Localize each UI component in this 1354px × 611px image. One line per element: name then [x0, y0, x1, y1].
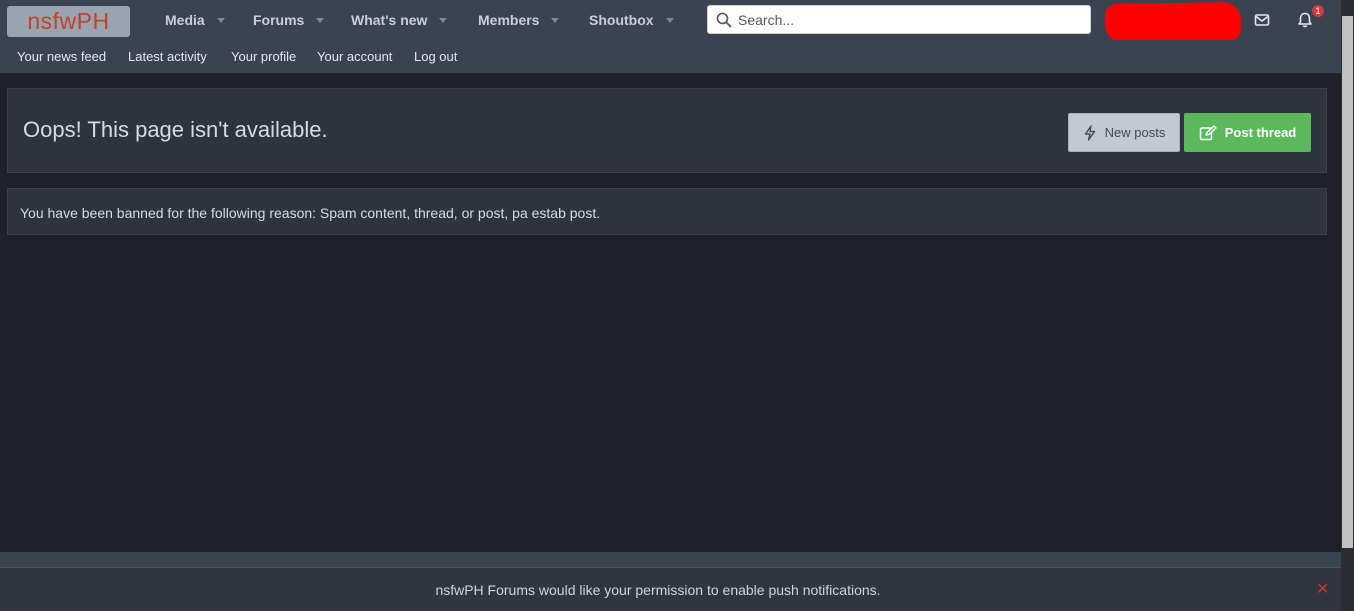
caret-down-icon[interactable] — [551, 17, 560, 23]
caret-down-icon[interactable] — [316, 17, 325, 23]
edit-icon — [1199, 124, 1217, 140]
subnav-latest-activity[interactable]: Latest activity — [128, 40, 207, 74]
close-icon[interactable]: ✕ — [1316, 579, 1329, 599]
nav-members[interactable]: Members — [478, 0, 560, 40]
page-header-block: Oops! This page isn't available. New pos… — [7, 88, 1327, 173]
scrollbar-thumb[interactable] — [1342, 16, 1353, 548]
search-box[interactable] — [707, 5, 1091, 34]
subnav-your-account[interactable]: Your account — [317, 40, 392, 74]
nav-shoutbox[interactable]: Shoutbox — [589, 0, 674, 40]
footer-strip — [0, 552, 1341, 567]
nav-whats-new[interactable]: What's new — [351, 0, 448, 40]
nav-members-label[interactable]: Members — [478, 0, 539, 40]
caret-down-icon[interactable] — [665, 17, 674, 23]
subnav-news-feed[interactable]: Your news feed — [17, 40, 106, 74]
subnav-log-out[interactable]: Log out — [414, 40, 457, 74]
redacted-username — [1104, 1, 1242, 45]
nav-media[interactable]: Media — [165, 0, 225, 40]
caret-down-icon[interactable] — [216, 17, 225, 23]
post-thread-button[interactable]: Post thread — [1184, 113, 1311, 152]
search-input[interactable] — [738, 11, 1078, 28]
ban-message-block: You have been banned for the following r… — [7, 188, 1327, 235]
nav-media-label[interactable]: Media — [165, 0, 205, 40]
push-notification-prompt: nsfwPH Forums would like your permission… — [0, 567, 1341, 611]
nav-shoutbox-label[interactable]: Shoutbox — [589, 0, 654, 40]
post-thread-label: Post thread — [1224, 125, 1297, 140]
envelope-icon[interactable] — [1252, 10, 1272, 30]
bolt-icon — [1084, 124, 1095, 141]
nav-forums-label[interactable]: Forums — [253, 0, 304, 40]
subnav-your-profile[interactable]: Your profile — [231, 40, 296, 74]
nav-whats-new-label[interactable]: What's new — [351, 0, 427, 40]
ban-message: You have been banned for the following r… — [20, 205, 601, 221]
push-prompt-text[interactable]: nsfwPH Forums would like your permission… — [0, 582, 1316, 598]
new-posts-button[interactable]: New posts — [1068, 113, 1180, 152]
nav-forums[interactable]: Forums — [253, 0, 325, 40]
notification-badge: 1 — [1312, 5, 1324, 17]
caret-down-icon[interactable] — [439, 17, 448, 23]
page-title: Oops! This page isn't available. — [23, 117, 328, 142]
top-navigation-bar: nsfwPH Media Forums What's new Members S… — [0, 0, 1341, 45]
search-icon — [716, 12, 732, 27]
site-logo[interactable]: nsfwPH — [7, 6, 130, 37]
account-subnav: Your news feed Latest activity Your prof… — [0, 40, 1341, 73]
new-posts-label: New posts — [1104, 125, 1166, 140]
